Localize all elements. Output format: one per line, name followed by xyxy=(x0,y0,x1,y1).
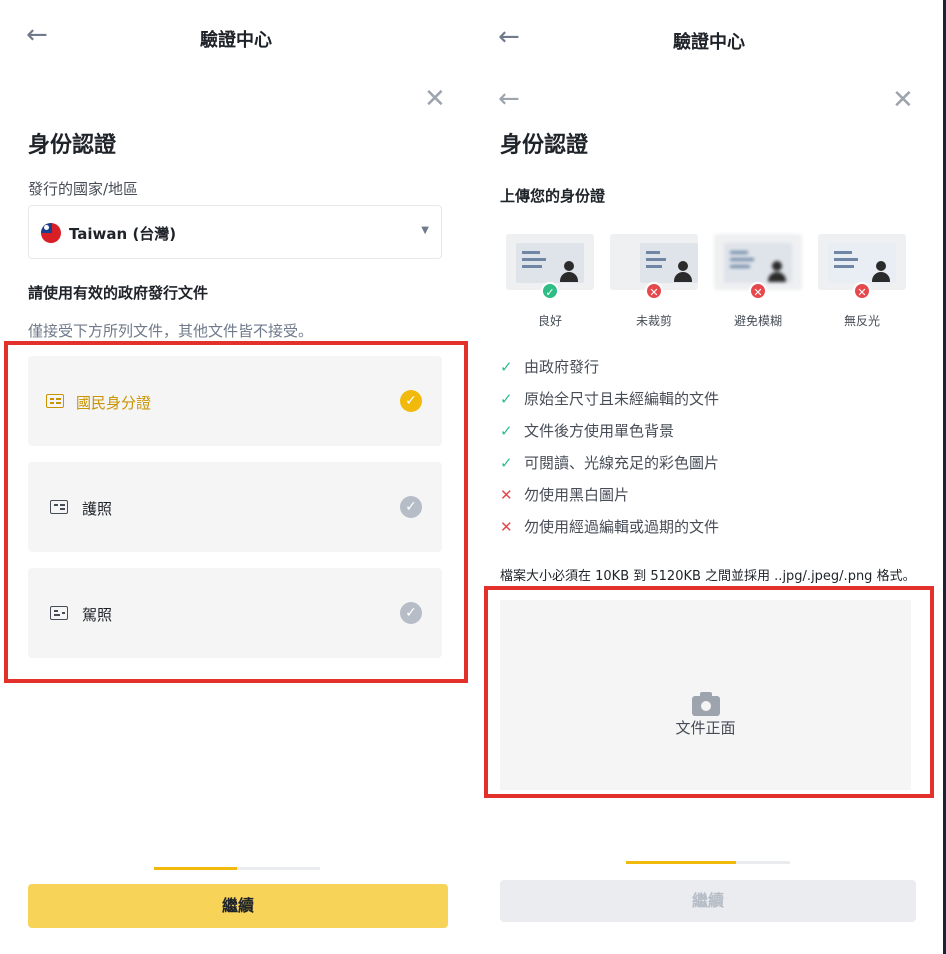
ok-badge-icon: ✓ xyxy=(541,282,559,300)
check-icon: ✓ xyxy=(500,422,513,440)
section-heading: 身份認證 xyxy=(28,133,117,158)
bad-badge-icon: ✕ xyxy=(749,282,767,300)
country-value: Taiwan (台灣) xyxy=(69,225,177,243)
cross-icon: ✕ xyxy=(500,486,513,504)
cross-icon: ✕ xyxy=(500,518,513,536)
progress-bar xyxy=(154,867,320,870)
page-title: 驗證中心 xyxy=(200,30,272,51)
progress-fill xyxy=(626,861,736,864)
requirement-item: ✓ 可閱讀、光線充足的彩色圖片 xyxy=(500,454,720,472)
highlight-box xyxy=(484,586,934,798)
check-icon: ✓ xyxy=(500,454,513,472)
section-heading: 身份認證 xyxy=(500,133,589,158)
requirement-item: ✕ 勿使用經過編輯或過期的文件 xyxy=(500,518,720,536)
example-not-cropped: ✕ 未裁剪 xyxy=(610,234,698,329)
close-icon[interactable]: ✕ xyxy=(424,86,446,112)
docs-hint: 僅接受下方所列文件，其他文件皆不接受。 xyxy=(28,322,314,340)
highlight-box xyxy=(4,341,468,683)
country-select[interactable]: Taiwan (台灣) ▼ xyxy=(28,205,442,259)
example-label: 避免模糊 xyxy=(733,314,782,328)
progress-fill xyxy=(154,867,237,870)
close-icon[interactable]: ✕ xyxy=(892,87,914,113)
right-screen: ← 驗證中心 ← ✕ 身份認證 上傳您的身份證 ✓ 良好 ✕ 未裁剪 ✕ 避免模… xyxy=(472,0,946,954)
example-good: ✓ 良好 xyxy=(506,234,594,329)
page-title: 驗證中心 xyxy=(673,32,745,53)
docs-title: 請使用有效的政府發行文件 xyxy=(28,284,209,302)
country-label: 發行的國家/地區 xyxy=(28,180,139,198)
left-screen: ← 驗證中心 ✕ 身份認證 發行的國家/地區 Taiwan (台灣) ▼ 請使用… xyxy=(0,0,472,954)
example-label: 良好 xyxy=(537,314,562,328)
requirement-item: ✓ 原始全尺寸且未經編輯的文件 xyxy=(500,390,720,408)
taiwan-flag-icon xyxy=(41,223,61,243)
check-icon: ✓ xyxy=(500,358,513,376)
upload-title: 上傳您的身份證 xyxy=(500,187,606,205)
example-label: 無反光 xyxy=(843,314,880,328)
bad-badge-icon: ✕ xyxy=(853,282,871,300)
example-blurry: ✕ 避免模糊 xyxy=(714,234,802,329)
example-glare: ✕ 無反光 xyxy=(818,234,906,329)
requirement-item: ✓ 文件後方使用單色背景 xyxy=(500,422,675,440)
bad-badge-icon: ✕ xyxy=(645,282,663,300)
check-icon: ✓ xyxy=(500,390,513,408)
progress-bar xyxy=(626,861,790,864)
requirement-item: ✓ 由政府發行 xyxy=(500,358,600,376)
file-size-note: 檔案大小必須在 10KB 到 5120KB 之間並採用 ..jpg/.jpeg/… xyxy=(500,569,916,584)
example-label: 未裁剪 xyxy=(635,314,672,328)
requirement-item: ✕ 勿使用黑白圖片 xyxy=(500,486,630,504)
continue-button[interactable]: 繼續 xyxy=(28,884,448,928)
back-step-icon[interactable]: ← xyxy=(498,86,520,112)
continue-button[interactable]: 繼續 xyxy=(500,880,916,922)
triangle-down-icon: ▼ xyxy=(421,225,429,236)
